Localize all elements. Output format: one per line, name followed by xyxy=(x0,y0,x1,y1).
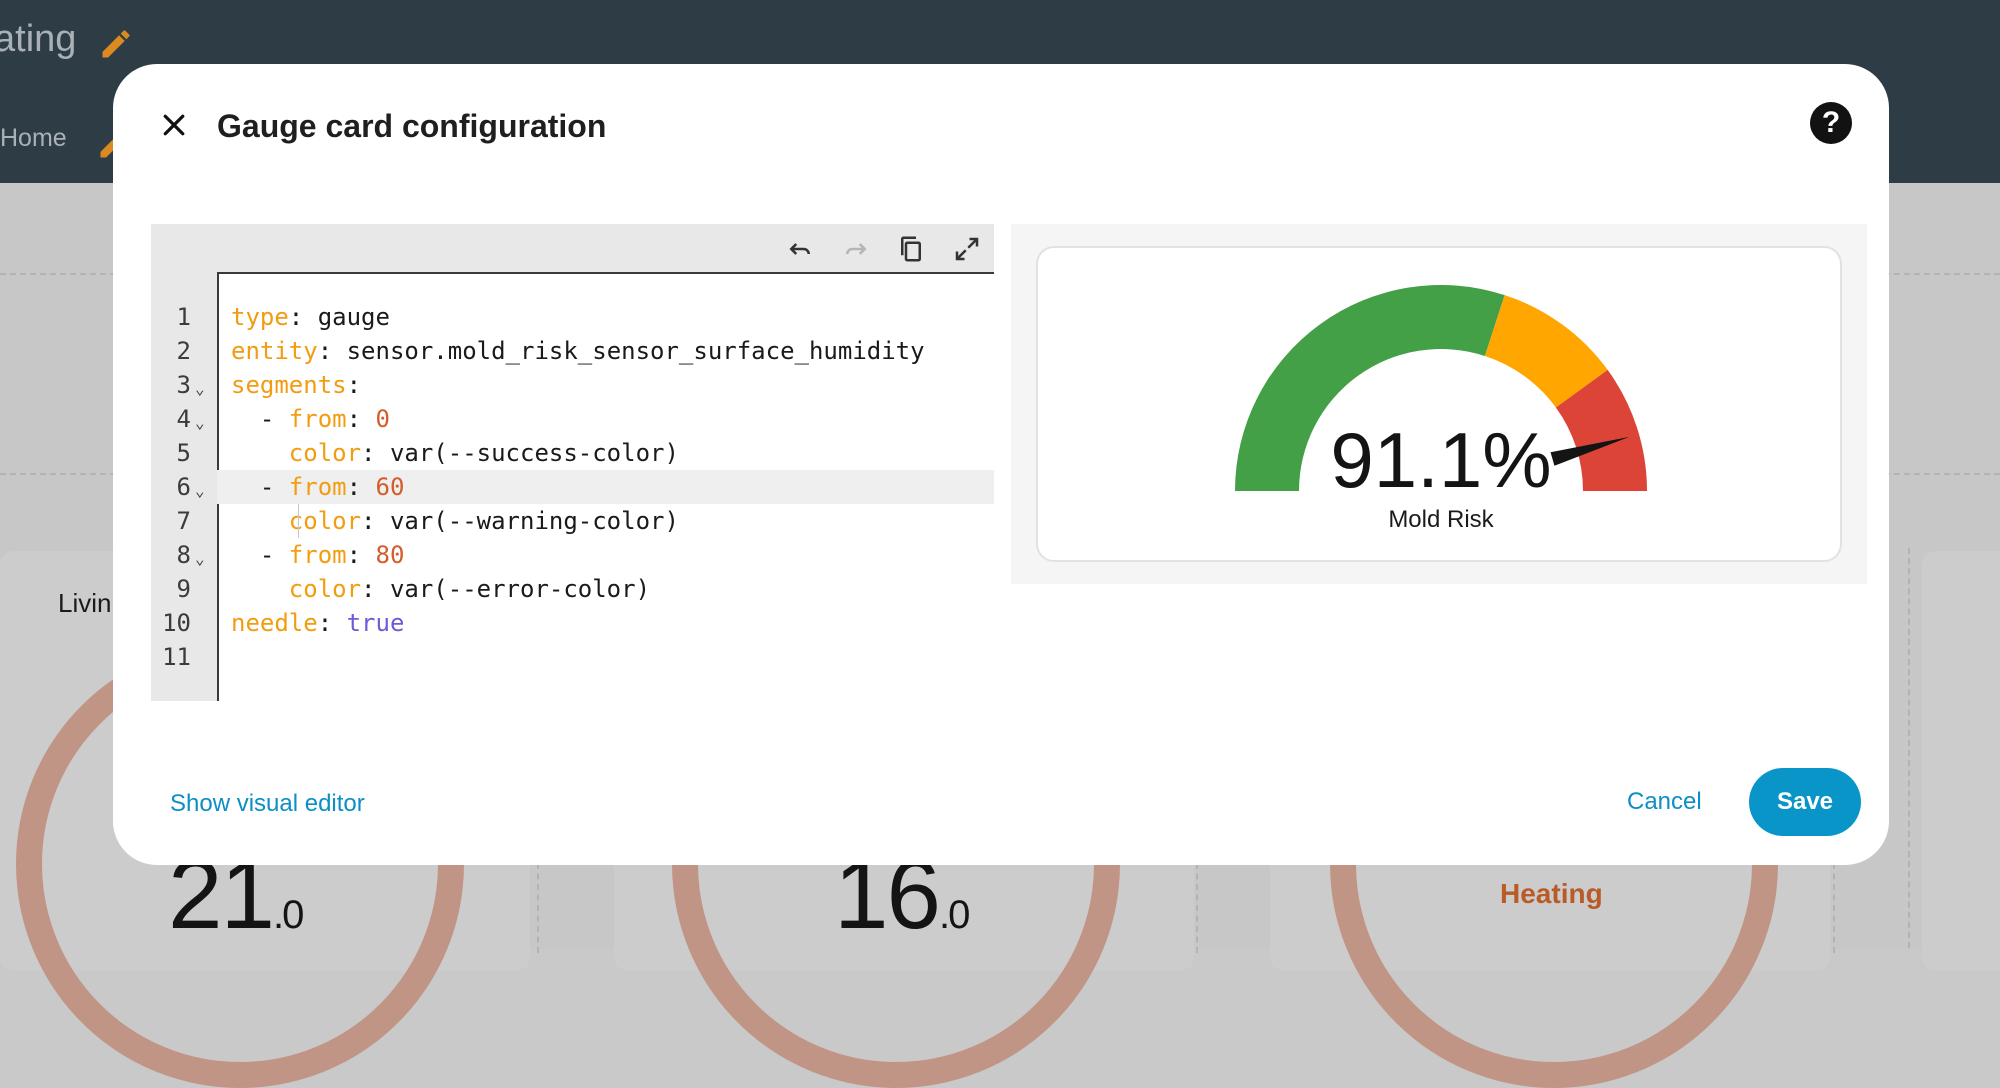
line-number: 2 xyxy=(176,337,191,365)
close-icon xyxy=(163,114,185,136)
line-number: 5 xyxy=(176,439,191,467)
code-token: true xyxy=(346,609,405,637)
code-token: 60 xyxy=(375,473,405,501)
help-icon: ? xyxy=(1821,106,1841,139)
line-number: 7 xyxy=(176,507,191,535)
gauge-name: Mold Risk xyxy=(1388,506,1494,533)
copy-icon xyxy=(901,236,921,262)
code-line[interactable]: 1 type: gauge xyxy=(151,300,994,334)
fold-chevron-icon[interactable]: ⌄ xyxy=(195,406,205,440)
save-button[interactable]: Save xyxy=(1749,768,1861,836)
fold-chevron-icon[interactable]: ⌄ xyxy=(195,474,205,508)
line-number: 1 xyxy=(176,303,191,331)
code-token: : xyxy=(317,609,347,637)
code-token: - xyxy=(231,405,289,433)
code-line[interactable]: 10 needle: true xyxy=(151,606,994,640)
dashed-divider xyxy=(537,863,539,953)
code-token: type xyxy=(231,303,289,331)
code-line[interactable]: 4 ⌄ - from: 0 xyxy=(151,402,994,436)
yaml-editor[interactable]: 1 type: gauge 2 entity: sensor.mold_risk_se… xyxy=(151,224,994,701)
redo-icon xyxy=(846,243,867,255)
hvac-status: Heating xyxy=(1500,878,1603,909)
code-token: color xyxy=(288,507,362,535)
dashboard-title: ating xyxy=(0,18,77,60)
code-text: type: gauge xyxy=(231,300,390,334)
tab-home[interactable]: Home xyxy=(0,124,67,153)
code-token: : xyxy=(346,473,376,501)
card-title: Livin xyxy=(58,588,112,618)
code-token: : xyxy=(346,541,376,569)
gauge-value: 91.1% xyxy=(1330,416,1552,504)
dashed-divider xyxy=(1833,863,1835,953)
code-text: needle: true xyxy=(231,606,404,640)
fold-chevron-icon[interactable]: ⌄ xyxy=(195,372,205,406)
code-token: : xyxy=(346,405,376,433)
code-token: from xyxy=(288,541,347,569)
card-preview: 91.1% Mold Risk xyxy=(1011,224,1867,584)
gauge-card-dialog: Gauge card configuration ? 1 type: gauge… xyxy=(113,64,1889,865)
code-line[interactable]: 9 color: var(--error-color) xyxy=(151,572,994,606)
code-token: from xyxy=(288,473,347,501)
editor-toolbar xyxy=(151,224,994,274)
code-token: 80 xyxy=(375,541,405,569)
code-line[interactable]: 2 entity: sensor.mold_risk_sensor_surface… xyxy=(151,334,994,368)
show-visual-editor-link[interactable]: Show visual editor xyxy=(170,790,365,818)
close-button[interactable] xyxy=(150,101,198,149)
code-line[interactable]: 7 color: var(--warning-color) xyxy=(151,504,994,538)
code-token: needle xyxy=(231,609,318,637)
fullscreen-button[interactable] xyxy=(950,232,984,266)
pencil-icon[interactable] xyxy=(98,26,134,62)
dialog-title: Gauge card configuration xyxy=(217,108,607,144)
undo-icon xyxy=(789,243,810,255)
undo-button[interactable] xyxy=(783,232,817,266)
line-number: 9 xyxy=(176,575,191,603)
code-text: entity: sensor.mold_risk_sensor_surface_… xyxy=(231,334,925,368)
code-token: - xyxy=(231,473,289,501)
line-number: 8 xyxy=(176,541,191,569)
code-line[interactable]: 5 color: var(--success-color) xyxy=(151,436,994,470)
code-text: segments: xyxy=(231,368,361,402)
code-line[interactable]: 8 ⌄ - from: 80 xyxy=(151,538,994,572)
thermostat-card xyxy=(1922,551,2000,971)
code-text: - from: 0 xyxy=(231,402,390,436)
gauge-card[interactable]: 91.1% Mold Risk xyxy=(1036,246,1842,562)
code-token: : gauge xyxy=(288,303,390,331)
code-text: color: var(--error-color) xyxy=(231,572,650,606)
code-token: : var(--warning-color) xyxy=(361,507,679,535)
line-number: 10 xyxy=(162,609,191,637)
copy-button[interactable] xyxy=(894,232,928,266)
code-token: 0 xyxy=(375,405,390,433)
code-token: color xyxy=(288,439,362,467)
redo-button[interactable] xyxy=(839,232,873,266)
line-number: 6 xyxy=(176,473,191,501)
code-token: : var(--success-color) xyxy=(361,439,679,467)
code-text: - from: 80 xyxy=(231,538,405,572)
code-line[interactable]: 11 xyxy=(151,640,994,674)
indent-guide xyxy=(298,504,299,538)
dashed-divider xyxy=(1908,548,1910,948)
line-number: 4 xyxy=(176,405,191,433)
fullscreen-icon xyxy=(955,237,979,261)
code-token: : xyxy=(346,371,362,399)
line-number: 11 xyxy=(162,643,191,671)
code-token: color xyxy=(288,575,362,603)
code-token: segments xyxy=(231,371,347,399)
code-token: : sensor.mold_risk_sensor_surface_humidi… xyxy=(317,337,925,365)
code-token: : var(--error-color) xyxy=(361,575,651,603)
code-text: - from: 60 xyxy=(231,470,405,504)
fold-chevron-icon[interactable]: ⌄ xyxy=(195,542,205,576)
line-number: 3 xyxy=(176,371,191,399)
dashed-divider xyxy=(1196,863,1198,953)
cancel-button[interactable]: Cancel xyxy=(1615,776,1714,828)
code-line[interactable]: 3 ⌄ segments: xyxy=(151,368,994,402)
code-text: color: var(--success-color) xyxy=(231,436,679,470)
code-line[interactable]: 6 ⌄ - from: 60 xyxy=(177,470,994,504)
code-token: from xyxy=(288,405,347,433)
code-token: entity xyxy=(231,337,318,365)
help-button[interactable]: ? xyxy=(1810,102,1852,144)
code-token: - xyxy=(231,541,289,569)
